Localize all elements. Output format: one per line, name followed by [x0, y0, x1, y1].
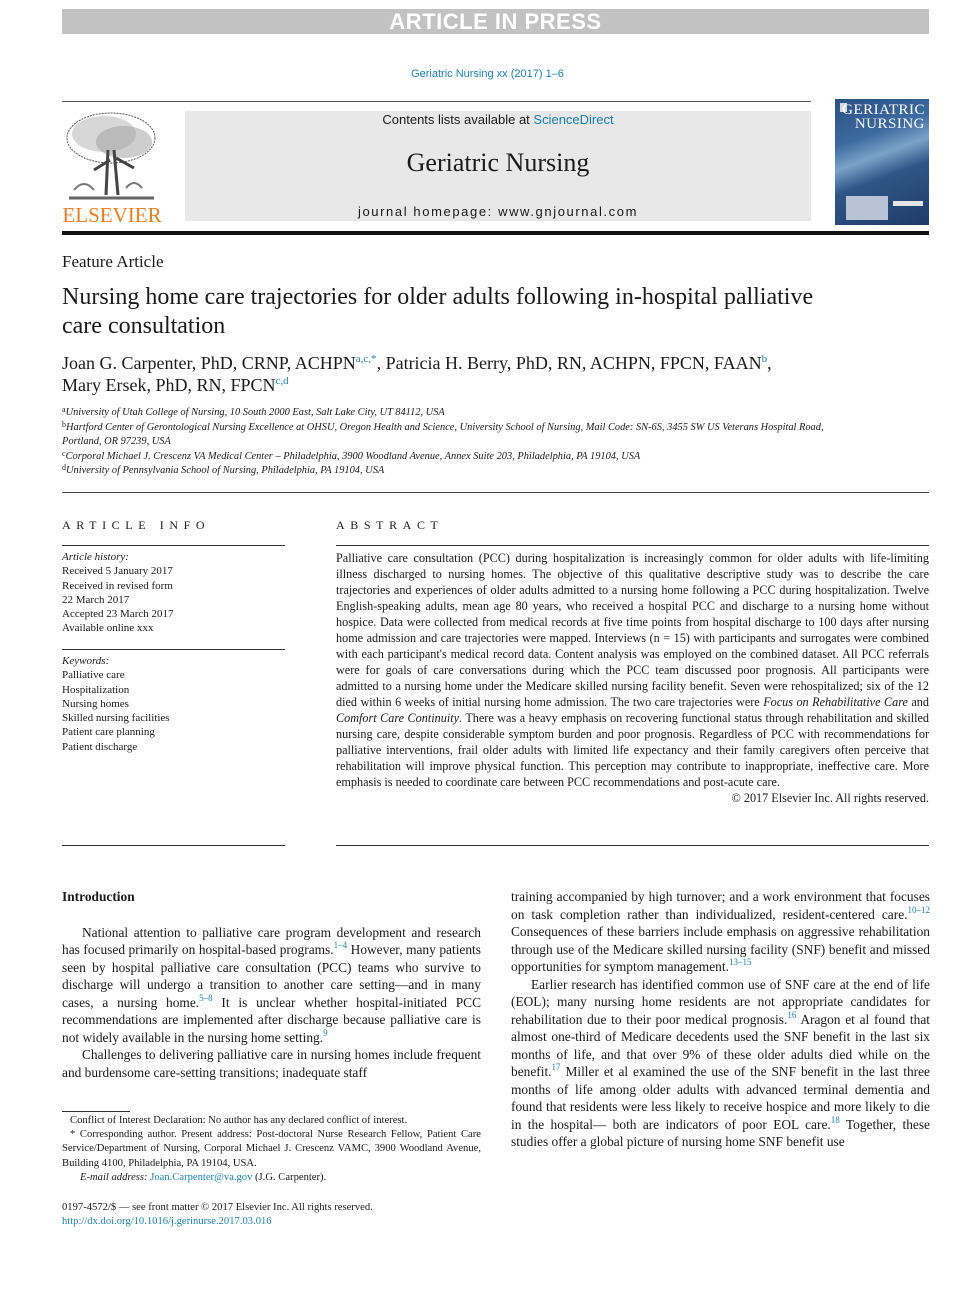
introduction-heading: Introduction: [62, 889, 135, 904]
header-top-rule: [62, 101, 811, 102]
abstract-copyright: © 2017 Elsevier Inc. All rights reserved…: [731, 791, 929, 805]
elsevier-wordmark: ELSEVIER: [62, 203, 162, 227]
history-item: 22 March 2017: [62, 593, 130, 606]
keyword-item[interactable]: Hospitalization: [62, 683, 285, 697]
body-text: training accompanied by high turnover; a…: [511, 889, 930, 922]
affiliation-item: bHartford Center of Gerontological Nursi…: [62, 420, 862, 450]
doi-link[interactable]: http://dx.doi.org/10.1016/j.gerinurse.20…: [62, 1215, 481, 1229]
elsevier-logo[interactable]: ELSEVIER: [62, 110, 162, 227]
author-name[interactable]: Patricia H. Berry, PhD, RN, ACHPN, FPCN,…: [386, 353, 762, 373]
abstract-part: Palliative care consultation (PCC) durin…: [336, 551, 929, 709]
keyword-item[interactable]: Patient care planning: [62, 725, 285, 739]
contents-availability: Contents lists available at ScienceDirec…: [185, 112, 811, 127]
keyword-item[interactable]: Patient discharge: [62, 740, 285, 754]
section-divider: [62, 492, 929, 493]
author-name[interactable]: Joan G. Carpenter, PhD, CRNP, ACHPN: [62, 353, 356, 373]
article-title: Nursing home care trajectories for older…: [62, 284, 814, 339]
citation-link[interactable]: 5–8: [199, 993, 213, 1003]
abstract-text: Palliative care consultation (PCC) durin…: [336, 550, 929, 806]
affiliation-item: dUniversity of Pennsylvania School of Nu…: [62, 464, 862, 479]
body-paragraph: training accompanied by high turnover; a…: [511, 888, 930, 976]
article-in-press-banner: ARTICLE IN PRESS: [62, 9, 929, 34]
article-history: Article history: Received 5 January 2017…: [62, 550, 285, 636]
body-column-left: Introduction National attention to palli…: [62, 888, 481, 1081]
email-link[interactable]: Joan.Carpenter@va.gov: [150, 1172, 252, 1183]
abstract-bottom-rule: [336, 845, 929, 846]
journal-cover-image[interactable]: GERIATRIC NURSING: [835, 99, 929, 225]
keyword-item[interactable]: Nursing homes: [62, 697, 285, 711]
cover-title-line2: NURSING: [854, 116, 925, 132]
journal-reference-link[interactable]: Geriatric Nursing xx (2017) 1–6: [0, 68, 975, 80]
journal-homepage[interactable]: journal homepage: www.gnjournal.com: [185, 204, 811, 219]
affiliation-text: University of Utah College of Nursing, 1…: [65, 407, 445, 418]
conflict-of-interest-note: Conflict of Interest Declaration: No aut…: [70, 1115, 408, 1126]
article-info-rule: [62, 545, 285, 546]
history-item: Received 5 January 2017: [62, 565, 173, 578]
cover-badge: [893, 201, 923, 206]
front-matter: 0197-4572/$ — see front matter © 2017 El…: [62, 1201, 481, 1230]
keyword-item[interactable]: Skilled nursing facilities: [62, 711, 285, 725]
email-label: E-mail address:: [80, 1171, 151, 1183]
body-paragraph: Earlier research has identified common u…: [511, 976, 930, 1151]
cover-photo-placeholder: [846, 196, 888, 220]
journal-title: Geriatric Nursing: [406, 148, 590, 177]
journal-header-box: Contents lists available at ScienceDirec…: [185, 111, 811, 221]
elsevier-tree-icon: [64, 110, 158, 202]
citation-link[interactable]: 13–15: [729, 957, 752, 967]
abstract-rule: [336, 545, 929, 546]
history-item: Received in revised form: [62, 579, 173, 592]
article-info-bottom-rule: [62, 845, 285, 846]
affiliation-text: Corporal Michael J. Crescenz VA Medical …: [65, 450, 641, 462]
trajectory-name: Comfort Care Continuity: [336, 711, 460, 725]
citation-link[interactable]: 1–4: [334, 940, 348, 950]
author-affiliation-link[interactable]: c,d: [276, 375, 289, 387]
citation-link[interactable]: 10–12: [908, 905, 931, 915]
body-paragraph: Challenges to delivering palliative care…: [62, 1047, 481, 1080]
author-list: Joan G. Carpenter, PhD, CRNP, ACHPNa,c,*…: [62, 352, 862, 396]
citation-link[interactable]: 9: [323, 1028, 328, 1038]
email-suffix: (J.G. Carpenter).: [252, 1171, 327, 1183]
author-separator: ,: [376, 353, 386, 373]
author-affiliation-link[interactable]: a,c,*: [356, 353, 377, 365]
body-text: Consequences of these barriers include e…: [511, 924, 930, 974]
affiliation-text: Hartford Center of Gerontological Nursin…: [62, 421, 824, 448]
history-label: Article history:: [62, 551, 129, 563]
footnote-rule: [62, 1111, 130, 1112]
contents-prefix: Contents lists available at: [382, 112, 534, 127]
keywords-list: Keywords: Palliative care Hospitalizatio…: [62, 654, 285, 754]
keywords-label: Keywords:: [62, 655, 110, 667]
body-paragraph: National attention to palliative care pr…: [62, 924, 481, 1047]
header-thick-rule: [62, 231, 929, 235]
history-item: Accepted 23 March 2017: [62, 608, 174, 621]
history-item: Available online xxx: [62, 622, 154, 635]
author-name[interactable]: Mary Ersek, PhD, RN, FPCN: [62, 375, 276, 395]
article-info-heading: ARTICLE INFO: [62, 518, 211, 532]
keyword-item[interactable]: Palliative care: [62, 668, 285, 682]
keywords-rule: [62, 649, 285, 650]
trajectory-name: Focus on Rehabilitative Care: [763, 695, 908, 709]
affiliation-list: aUniversity of Utah College of Nursing, …: [62, 406, 862, 479]
email-note: E-mail address: Joan.Carpenter@va.gov (J…: [62, 1171, 481, 1185]
affiliation-item: cCorporal Michael J. Crescenz VA Medical…: [62, 449, 862, 465]
abstract-heading: ABSTRACT: [336, 518, 444, 532]
corresponding-author-note: * Corresponding author. Present address:…: [62, 1129, 481, 1169]
issn-line: 0197-4572/$ — see front matter © 2017 El…: [62, 1202, 373, 1213]
footnotes: Conflict of Interest Declaration: No aut…: [62, 1114, 481, 1185]
sciencedirect-link[interactable]: ScienceDirect: [533, 112, 613, 127]
author-separator: ,: [767, 353, 772, 373]
abstract-conjunction: and: [907, 695, 929, 709]
citation-link[interactable]: 16: [787, 1010, 796, 1020]
body-column-right: training accompanied by high turnover; a…: [511, 888, 930, 1151]
affiliation-text: University of Pennsylvania School of Nur…: [66, 465, 385, 476]
abstract-body: Palliative care consultation (PCC) durin…: [336, 550, 929, 790]
citation-link[interactable]: 17: [552, 1062, 561, 1072]
article-type: Feature Article: [62, 252, 164, 271]
affiliation-item: aUniversity of Utah College of Nursing, …: [62, 406, 862, 421]
citation-link[interactable]: 18: [831, 1115, 840, 1125]
